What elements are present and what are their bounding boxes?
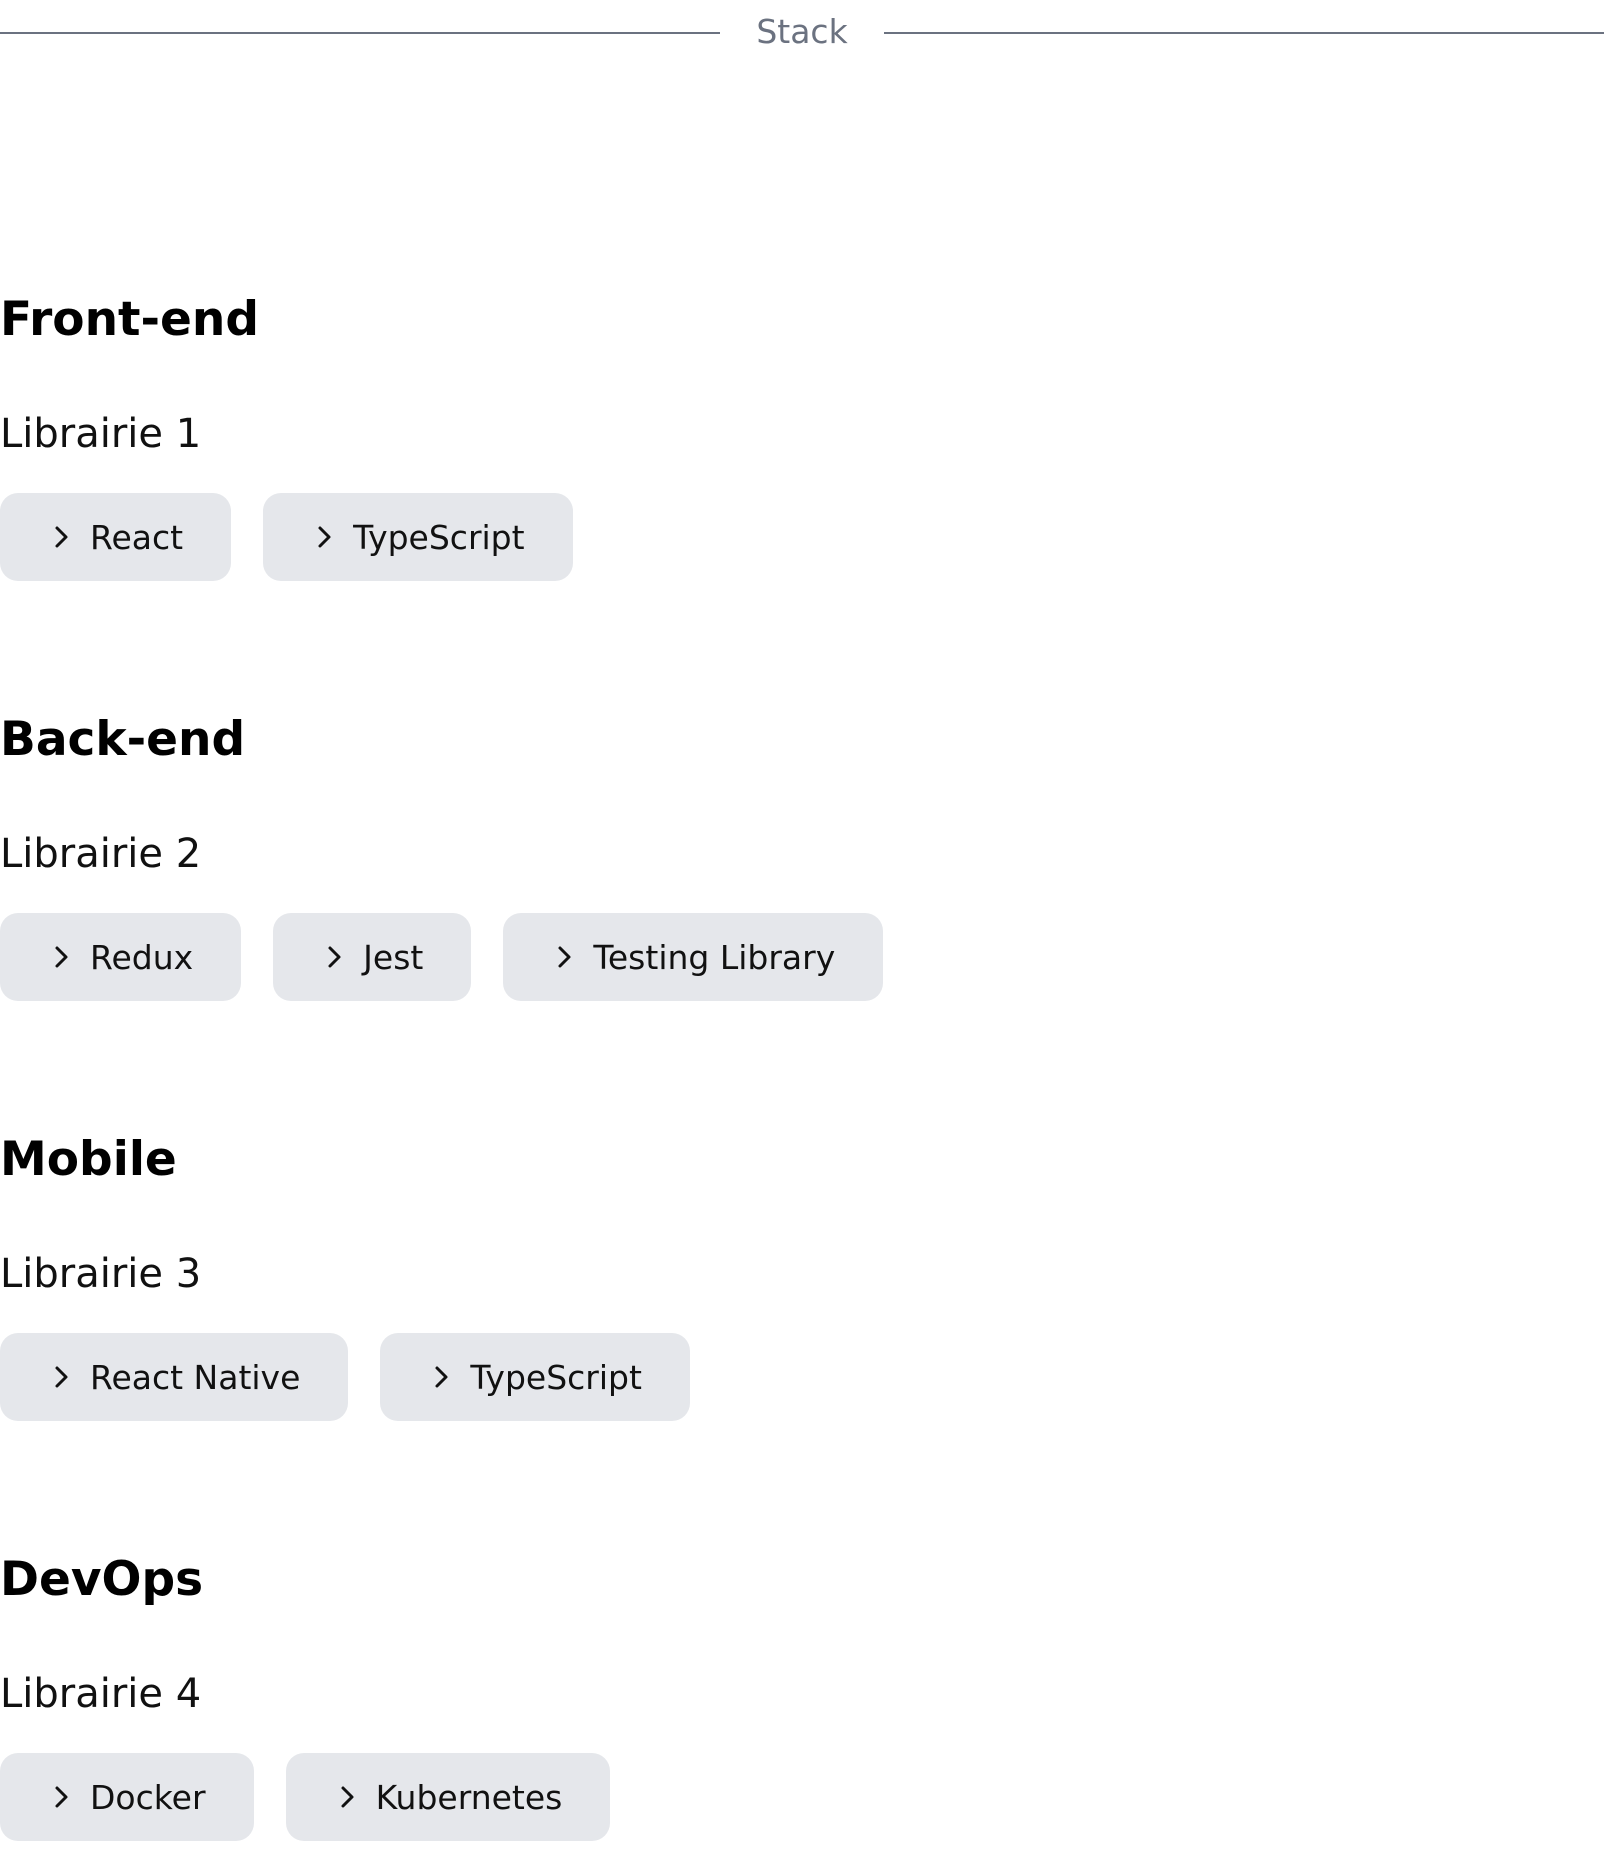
divider-label: Stack (756, 12, 848, 51)
chip-label: Docker (90, 1777, 206, 1817)
chevron-right-icon (551, 942, 577, 972)
divider-line-left (0, 32, 720, 34)
chevron-right-icon (428, 1362, 454, 1392)
chip-testing-library[interactable]: Testing Library (503, 913, 884, 1001)
section-title: Mobile (0, 1132, 177, 1187)
chip-typescript[interactable]: TypeScript (380, 1333, 690, 1421)
chip-docker[interactable]: Docker (0, 1753, 254, 1841)
section-subtitle: Librairie 1 (0, 411, 202, 457)
chip-kubernetes[interactable]: Kubernetes (285, 1753, 611, 1841)
chip-label: Redux (90, 937, 194, 977)
section-title: Back-end (0, 712, 246, 767)
chip-redux[interactable]: Redux (0, 913, 242, 1001)
section-title: Front-end (0, 292, 259, 347)
chevron-right-icon (48, 942, 74, 972)
chip-label: TypeScript (353, 517, 525, 557)
divider-line-right (884, 32, 1604, 34)
chip-jest[interactable]: Jest (273, 913, 472, 1001)
chevron-right-icon (334, 1782, 360, 1812)
chevron-right-icon (48, 1362, 74, 1392)
chip-typescript[interactable]: TypeScript (263, 493, 573, 581)
chip-label: React (90, 517, 184, 557)
section-subtitle: Librairie 3 (0, 1251, 202, 1297)
section-subtitle: Librairie 2 (0, 831, 202, 877)
chip-list: Docker Kubernetes (0, 1753, 611, 1841)
section-title: DevOps (0, 1552, 204, 1607)
chip-label: React Native (90, 1357, 301, 1397)
chip-label: Kubernetes (375, 1777, 563, 1817)
chip-label: Testing Library (593, 937, 836, 977)
section-subtitle: Librairie 4 (0, 1671, 202, 1717)
chevron-right-icon (48, 522, 74, 552)
chip-label: TypeScript (470, 1357, 642, 1397)
chip-label: Jest (363, 937, 424, 977)
chevron-right-icon (311, 522, 337, 552)
chip-react-native[interactable]: React Native (0, 1333, 349, 1421)
chip-list: Redux Jest Testing Library (0, 913, 884, 1001)
chip-list: React Native TypeScript (0, 1333, 690, 1421)
chevron-right-icon (321, 942, 347, 972)
chip-list: React TypeScript (0, 493, 573, 581)
chevron-right-icon (48, 1782, 74, 1812)
stack-divider: Stack (0, 10, 1604, 54)
chip-react[interactable]: React (0, 493, 232, 581)
